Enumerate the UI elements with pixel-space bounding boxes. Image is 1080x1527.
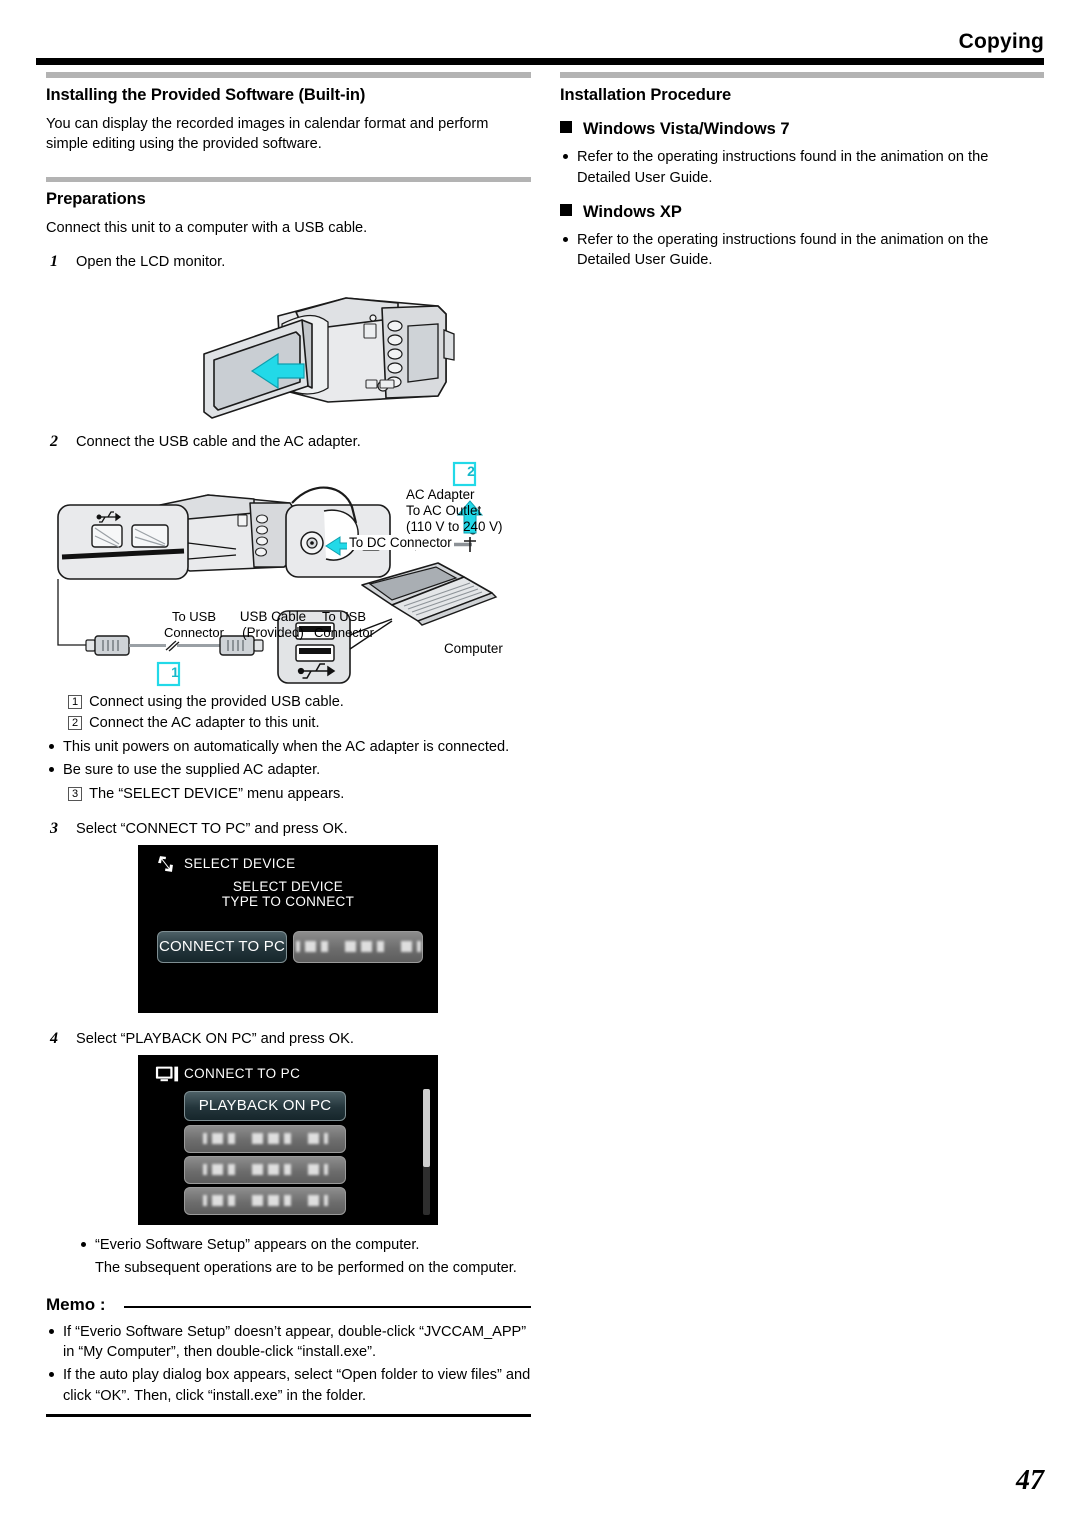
lcd-subtitle-line2: TYPE TO CONNECT xyxy=(221,894,355,910)
step-4: 4 Select “PLAYBACK ON PC” and press OK. xyxy=(46,1029,531,1049)
label-to-ac-outlet: To AC Outlet xyxy=(406,502,482,518)
intro-paragraph: You can display the recorded images in c… xyxy=(46,116,489,153)
label-ac-adapter: AC Adapter xyxy=(406,486,475,502)
bullet-windows-xp: Refer to the operating instructions foun… xyxy=(560,230,1044,271)
badge-1-label: 1 xyxy=(171,663,179,680)
camcorder-illustration xyxy=(203,297,455,420)
heading-windows-xp: Windows XP xyxy=(560,201,1044,224)
blurred-label xyxy=(202,1133,328,1145)
lcd-button-other-1[interactable] xyxy=(184,1124,346,1153)
callout-1-text: Connect using the provided USB cable. xyxy=(89,693,344,710)
memo-item-1: If “Everio Software Setup” doesn’t appea… xyxy=(46,1322,531,1363)
memo-label: Memo : xyxy=(46,1294,106,1314)
figure-open-lcd-monitor xyxy=(46,278,531,428)
label-to-dc-connector: To DC Connector xyxy=(347,534,454,550)
header-rule xyxy=(36,58,1044,65)
lcd-button-playback-on-pc[interactable]: PLAYBACK ON PC xyxy=(184,1090,346,1121)
memo-rule xyxy=(124,1305,531,1308)
left-column: Installing the Provided Software (Built-… xyxy=(46,72,531,1418)
step-2-number: 2 xyxy=(50,433,58,451)
label-usb-cable-line2: (Provided) xyxy=(242,624,304,640)
lcd-button-other-2[interactable] xyxy=(184,1155,346,1184)
usb-transfer-icon xyxy=(158,855,173,872)
section-bar-preparations xyxy=(46,176,531,182)
step-1-number: 1 xyxy=(50,253,58,271)
lcd-subtitle-select-device: SELECT DEVICE TYPE TO CONNECT xyxy=(138,879,438,910)
heading-windows-vista-7: Windows Vista/Windows 7 xyxy=(560,118,1044,141)
memo-header: Memo : xyxy=(46,1295,531,1317)
section-bar-right xyxy=(560,72,1044,78)
lcd-scrollbar[interactable] xyxy=(423,1088,430,1215)
lcd-button-other[interactable] xyxy=(293,930,423,963)
step-1-text: Open the LCD monitor. xyxy=(76,254,226,271)
note-auto-power-on: This unit powers on automatically when t… xyxy=(46,737,531,757)
callout-2-text: Connect the AC adapter to this unit. xyxy=(89,715,320,732)
lcd-connect-to-pc-screen: CONNECT TO PC PLAYBACK ON PC xyxy=(138,1054,438,1225)
callout-3: 3 The “SELECT DEVICE” menu appears. xyxy=(68,784,531,805)
memo-bottom-rule xyxy=(46,1414,531,1418)
step-4-text: Select “PLAYBACK ON PC” and press OK. xyxy=(76,1030,354,1047)
monitor-icon xyxy=(155,1066,179,1082)
lcd-select-device-screen: SELECT DEVICE SELECT DEVICE TYPE TO CONN… xyxy=(138,844,438,1013)
step-3: 3 Select “CONNECT TO PC” and press OK. xyxy=(46,819,531,839)
label-to-usb-left-line1: To USB xyxy=(171,608,217,624)
callout-1-number: 1 xyxy=(68,694,83,709)
step-1: 1 Open the LCD monitor. xyxy=(46,252,531,272)
callout-2: 2 Connect the AC adapter to this unit. xyxy=(68,713,531,734)
lcd-title-select-device: SELECT DEVICE xyxy=(184,855,296,871)
section-bar xyxy=(46,72,531,78)
figure-connection-diagram: 2 AC Adapter To AC Outlet (110 V to 240 … xyxy=(40,459,531,691)
memo-item-2: If the auto play dialog box appears, sel… xyxy=(46,1365,531,1406)
step-3-number: 3 xyxy=(50,819,58,837)
callout-3-text: The “SELECT DEVICE” menu appears. xyxy=(89,785,345,802)
page-header-title: Copying xyxy=(958,30,1044,53)
label-to-usb-right-line2: Connector xyxy=(314,624,374,640)
badge-2-label: 2 xyxy=(467,462,475,479)
lcd-title-connect-to-pc: CONNECT TO PC xyxy=(184,1065,301,1081)
lcd-button-connect-to-pc[interactable]: CONNECT TO PC xyxy=(157,930,287,963)
label-to-usb-left-line2: Connector xyxy=(164,624,224,640)
right-column: Installation Procedure Windows Vista/Win… xyxy=(560,72,1044,274)
installation-procedure-title: Installation Procedure xyxy=(560,86,732,104)
document-page: Copying Installing the Provided Software… xyxy=(0,0,1080,1527)
step-2-text: Connect the USB cable and the AC adapter… xyxy=(76,434,361,451)
lcd-scrollbar-thumb[interactable] xyxy=(423,1088,430,1167)
lcd-button-other-3[interactable] xyxy=(184,1186,346,1215)
label-computer: Computer xyxy=(444,640,503,656)
note-subsequent-operations: The subsequent operations are to be perf… xyxy=(95,1260,517,1277)
blurred-label xyxy=(202,1195,328,1207)
note-supplied-adapter: Be sure to use the supplied AC adapter. xyxy=(46,760,531,780)
lcd-subtitle-line1: SELECT DEVICE xyxy=(232,878,344,894)
label-to-usb-right-line1: To USB xyxy=(321,608,367,624)
callout-3-number: 3 xyxy=(68,786,83,801)
page-title: Installing the Provided Software (Built-… xyxy=(46,86,366,104)
blurred-label xyxy=(295,941,421,953)
label-usb-cable-line1: USB Cable xyxy=(239,608,307,624)
bullet-windows-vista-7: Refer to the operating instructions foun… xyxy=(560,147,1044,188)
note-everio-setup-appears: “Everio Software Setup” appears on the c… xyxy=(78,1235,531,1255)
step-3-text: Select “CONNECT TO PC” and press OK. xyxy=(76,820,348,837)
callout-1: 1 Connect using the provided USB cable. xyxy=(68,692,531,713)
step-2: 2 Connect the USB cable and the AC adapt… xyxy=(46,432,531,452)
preparations-title: Preparations xyxy=(46,189,146,208)
page-number: 47 xyxy=(1016,1465,1044,1496)
callout-2-number: 2 xyxy=(68,716,83,731)
label-voltage: (110 V to 240 V) xyxy=(406,518,503,534)
step-4-number: 4 xyxy=(50,1029,58,1047)
preparations-intro: Connect this unit to a computer with a U… xyxy=(46,219,368,236)
blurred-label xyxy=(202,1164,328,1176)
